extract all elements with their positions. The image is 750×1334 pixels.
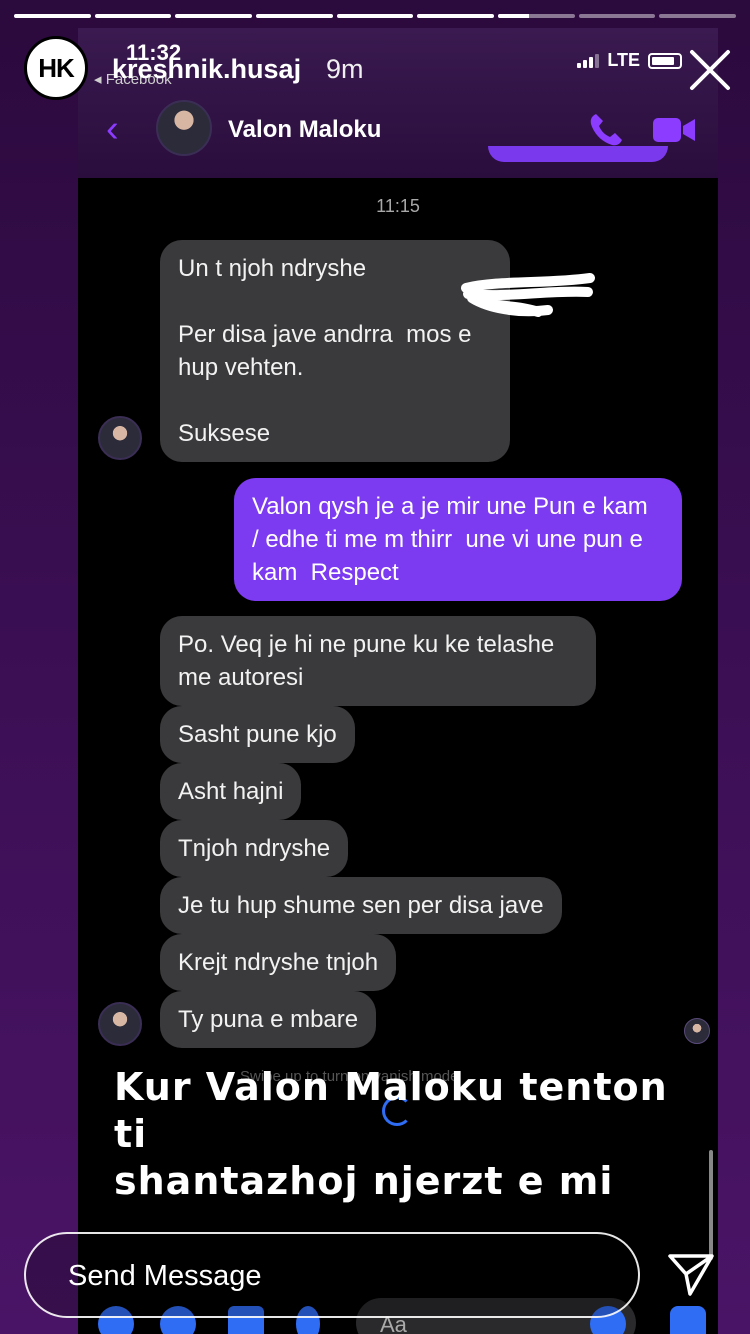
- sender-avatar: [98, 416, 142, 460]
- progress-segment: [336, 14, 414, 18]
- progress-fill: [417, 14, 495, 18]
- story-progress: [14, 14, 737, 18]
- chat-timestamp: 11:15: [376, 196, 420, 216]
- progress-fill: [94, 14, 172, 18]
- progress-fill: [498, 14, 529, 18]
- progress-segment: [417, 14, 495, 18]
- progress-fill: [14, 14, 91, 18]
- battery-icon: [648, 52, 682, 69]
- status-indicators: LTE: [577, 50, 682, 71]
- contact-avatar: [156, 100, 212, 156]
- chevron-left-icon: ‹: [106, 108, 119, 150]
- logo-text: HK: [38, 52, 75, 83]
- progress-segment: [578, 14, 656, 18]
- story-username[interactable]: kreshnik.husaj: [112, 54, 301, 85]
- sender-avatar: [98, 1002, 142, 1046]
- progress-segment: [175, 14, 253, 18]
- progress-segment: [498, 14, 575, 18]
- message-bubble: Sasht pune kjo: [160, 706, 355, 763]
- message-bubble: Krejt ndryshe tnjoh: [160, 934, 397, 991]
- profile-avatar[interactable]: HK: [24, 36, 88, 100]
- story-caption: Kur Valon Maloku tenton ti shantazhoj nj…: [114, 1065, 668, 1203]
- network-label: LTE: [607, 50, 640, 70]
- send-icon[interactable]: [666, 1250, 716, 1298]
- close-icon[interactable]: [688, 48, 732, 92]
- message-bubble: Po. Veq je hi ne pune ku ke telashe me a…: [160, 616, 596, 706]
- phone-icon: [590, 114, 622, 146]
- progress-fill: [256, 14, 333, 18]
- redaction-scribble: [461, 273, 595, 317]
- message-bubble: Ty puna e mbare: [160, 991, 377, 1048]
- progress-fill: [175, 14, 253, 18]
- progress-segment: [94, 14, 172, 18]
- send-message-input[interactable]: Send Message: [24, 1232, 640, 1318]
- seen-receipt-avatar: [684, 1018, 710, 1044]
- story-age: 9m: [326, 54, 364, 84]
- progress-segment: [256, 14, 333, 18]
- message-bubble-sent: Valon qysh je a je mir une Pun e kam / e…: [234, 478, 682, 601]
- progress-segment: [14, 14, 91, 18]
- video-camera-icon: [653, 118, 695, 142]
- previous-message-bubble: [488, 146, 668, 162]
- message-bubble: Asht hajni: [160, 763, 302, 820]
- message-bubble: Je tu hup shume sen per disa jave: [160, 877, 562, 934]
- thumbs-up-icon: [670, 1306, 706, 1334]
- contact-name: Valon Maloku: [228, 116, 382, 143]
- progress-segment: [659, 14, 737, 18]
- signal-icon: [577, 53, 600, 68]
- message-bubble: Tnjoh ndryshe: [160, 820, 349, 877]
- progress-fill: [336, 14, 414, 18]
